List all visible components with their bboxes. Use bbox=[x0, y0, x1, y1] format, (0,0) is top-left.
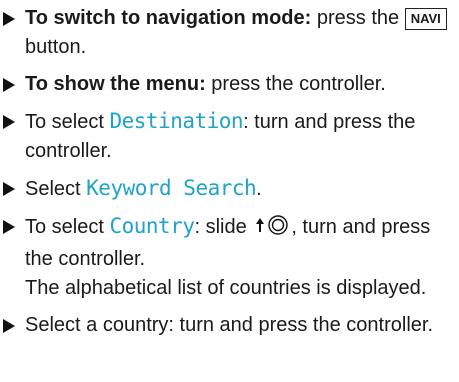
step-switch-navigation: To switch to navigation mode: press the … bbox=[2, 4, 455, 62]
step-note: The alphabetical list of countries is di… bbox=[25, 277, 427, 299]
step-text: To select Destination: turn and press th… bbox=[25, 107, 455, 166]
step-select-a-country: Select a country: turn and press the con… bbox=[2, 311, 455, 340]
triangle-right-icon bbox=[2, 70, 25, 99]
step-mid: : slide bbox=[194, 216, 253, 238]
triangle-right-icon bbox=[2, 4, 25, 33]
triangle-right-icon bbox=[2, 174, 25, 203]
navi-key: NAVI bbox=[404, 8, 447, 30]
instruction-list: To switch to navigation mode: press the … bbox=[0, 0, 459, 340]
slide-up-controller-icon bbox=[255, 214, 289, 245]
menu-item-keyword-search: Keyword Search bbox=[86, 176, 257, 200]
step-text: Select Keyword Search. bbox=[25, 174, 455, 204]
step-pre: Select bbox=[25, 178, 87, 200]
menu-item-destination: Destination bbox=[109, 109, 244, 133]
step-lead: To switch to navigation mode: bbox=[25, 7, 312, 29]
triangle-right-icon bbox=[2, 107, 25, 136]
step-text: To show the menu: press the controller. bbox=[25, 70, 455, 99]
step-select-destination: To select Destination: turn and press th… bbox=[2, 107, 455, 166]
step-mid: press the bbox=[311, 7, 405, 29]
triangle-right-icon bbox=[2, 311, 25, 340]
step-text: Select a country: turn and press the con… bbox=[25, 314, 433, 336]
step-tail: . bbox=[256, 178, 262, 200]
step-tail: press the controller. bbox=[205, 73, 386, 95]
triangle-right-icon bbox=[2, 212, 25, 241]
step-lead: To show the menu: bbox=[25, 73, 206, 95]
step-pre: To select bbox=[25, 111, 110, 133]
step-select-keyword-search: Select Keyword Search. bbox=[2, 174, 455, 204]
step-select-country: To select Country: slide , turn and pres… bbox=[2, 212, 455, 303]
step-text: To switch to navigation mode: press the … bbox=[25, 4, 455, 62]
step-show-menu: To show the menu: press the controller. bbox=[2, 70, 455, 99]
step-pre: To select bbox=[25, 216, 110, 238]
step-text: To select Country: slide , turn and pres… bbox=[25, 212, 455, 303]
step-tail: button. bbox=[25, 36, 87, 58]
menu-item-country: Country bbox=[109, 214, 195, 238]
